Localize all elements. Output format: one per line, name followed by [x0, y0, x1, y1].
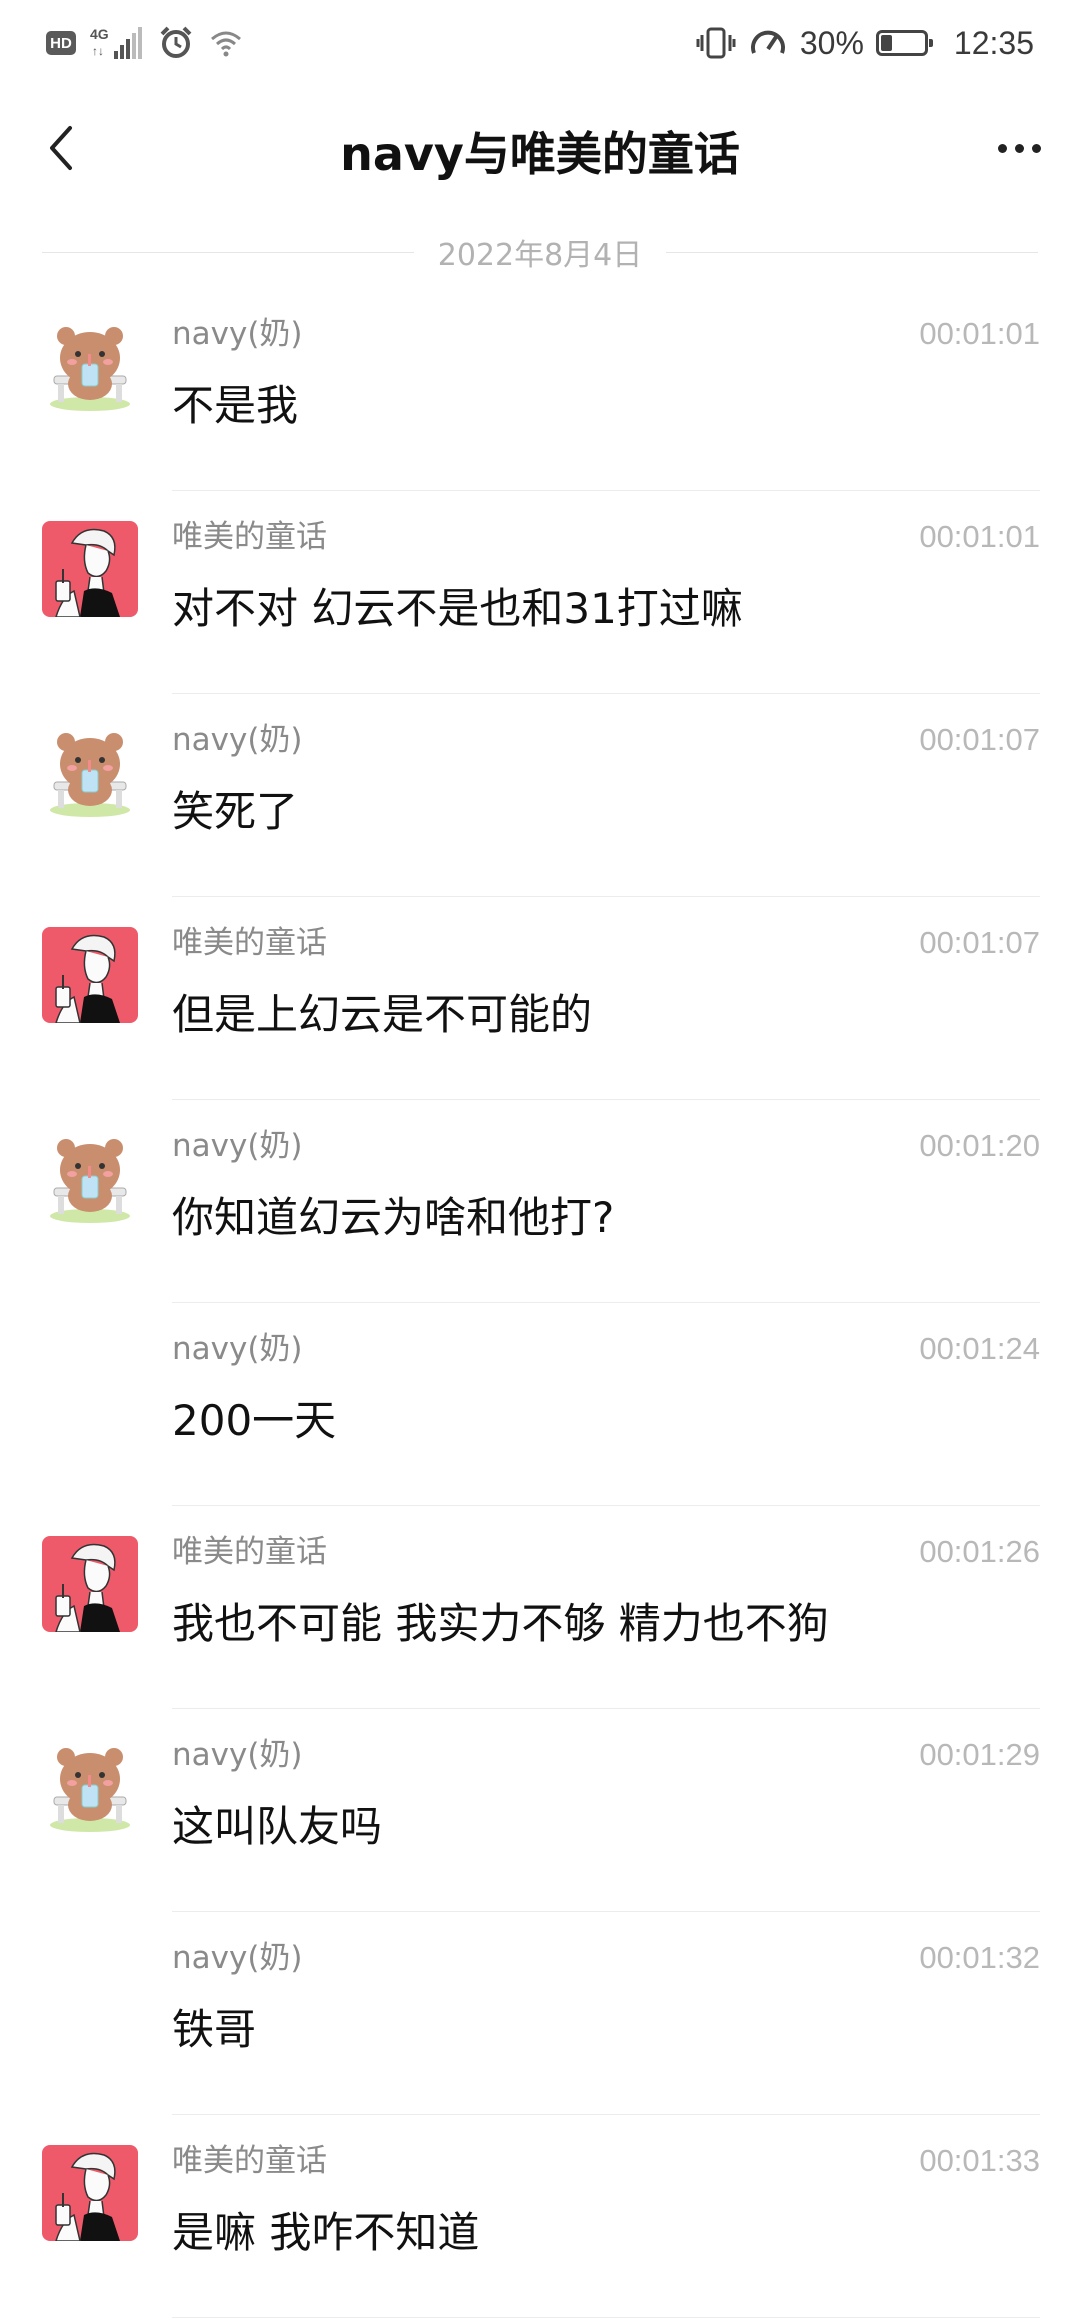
avatar-image [42, 724, 138, 820]
message-text: 不是我 [172, 381, 299, 430]
girl-avatar[interactable] [42, 521, 138, 617]
message-item[interactable]: 唯美的童话 00:01:26 我也不可能 我实力不够 精力也不狗 [0, 1506, 1080, 1709]
ellipsis-icon-dot [1014, 143, 1024, 153]
message-time: 00:01:07 [919, 722, 1040, 757]
sender-name: 唯美的童话 [172, 1534, 327, 1570]
avatar-image [42, 927, 138, 1023]
message-text: 但是上幻云是不可能的 [172, 990, 593, 1039]
date-label: 2022年8月4日 [437, 238, 643, 273]
status-right: 30% 12:35 [696, 20, 1034, 66]
message-time: 00:01:01 [919, 316, 1040, 351]
avatar-image [42, 1536, 138, 1632]
ellipsis-icon-dot [997, 143, 1007, 153]
bear-avatar[interactable] [42, 318, 138, 414]
page-title: navy与唯美的童话 [340, 127, 740, 181]
message-text: 我也不可能 我实力不够 精力也不狗 [172, 1599, 829, 1648]
date-divider: 2022年8月4日 [42, 216, 1038, 288]
girl-avatar[interactable] [42, 2145, 138, 2241]
network-type-label: 4G [90, 26, 109, 42]
message-item[interactable]: navy(奶) 00:01:07 笑死了 [0, 694, 1080, 897]
girl-avatar[interactable] [42, 1536, 138, 1632]
battery-fill [880, 35, 892, 51]
message-list: navy(奶) 00:01:01 不是我唯美的童话 00:01:01 对不对 幻云不是也… [0, 288, 1080, 2318]
message-time: 00:01:33 [919, 2143, 1040, 2178]
message-time: 00:01:32 [919, 1940, 1040, 1975]
hd-icon: HD [46, 31, 76, 55]
avatar-image [42, 1130, 138, 1226]
divider-line [666, 251, 1038, 253]
message-text: 这叫队友吗 [172, 1802, 383, 1851]
bear-avatar[interactable] [42, 1130, 138, 1226]
battery-percent: 30% [799, 24, 864, 61]
message-time: 00:01:07 [919, 925, 1040, 960]
speed-icon [750, 30, 785, 54]
sender-name: navy(奶) [172, 722, 303, 758]
wifi-icon [211, 31, 241, 57]
message-text: 是嘛 我咋不知道 [172, 2208, 480, 2257]
bear-avatar[interactable] [42, 1739, 138, 1835]
clock: 12:35 [953, 24, 1034, 61]
avatar-image [42, 1739, 138, 1835]
sender-name: 唯美的童话 [172, 925, 327, 961]
message-time: 00:01:24 [919, 1331, 1040, 1366]
signal-icon: 4G ↑↓ [90, 26, 142, 59]
sender-name: 唯美的童话 [172, 2143, 327, 2179]
sender-name: 唯美的童话 [172, 519, 327, 555]
vibrate-icon [696, 27, 736, 59]
svg-text:↑↓: ↑↓ [92, 44, 104, 58]
message-time: 00:01:26 [919, 1534, 1040, 1569]
chevron-left-icon [50, 126, 72, 170]
status-bar: HD 4G ↑↓ 30% 12:35 [0, 0, 1080, 86]
sender-name: navy(奶) [172, 1737, 303, 1773]
message-text: 你知道幻云为啥和他打? [172, 1193, 615, 1242]
message-item[interactable]: navy(奶) 00:01:32 铁哥 [0, 1912, 1080, 2115]
battery-icon [875, 30, 933, 56]
message-text: 200一天 [172, 1396, 337, 1445]
message-item[interactable]: navy(奶) 00:01:20 你知道幻云为啥和他打? [0, 1100, 1080, 1303]
message-item[interactable]: navy(奶) 00:01:24 200一天 [0, 1303, 1080, 1506]
sender-name: navy(奶) [172, 1331, 303, 1367]
message-item[interactable]: navy(奶) 00:01:29 这叫队友吗 [0, 1709, 1080, 1912]
message-item[interactable]: 唯美的童话 00:01:01 对不对 幻云不是也和31打过嘛 [0, 491, 1080, 694]
sender-name: navy(奶) [172, 1128, 303, 1164]
message-text: 铁哥 [172, 2005, 257, 2054]
message-time: 00:01:01 [919, 519, 1040, 554]
sender-name: navy(奶) [172, 316, 303, 352]
message-time: 00:01:20 [919, 1128, 1040, 1163]
avatar-image [42, 521, 138, 617]
avatar-image [42, 2145, 138, 2241]
message-item[interactable]: navy(奶) 00:01:01 不是我 [0, 288, 1080, 491]
girl-avatar[interactable] [42, 927, 138, 1023]
message-item[interactable]: 唯美的童话 00:01:33 是嘛 我咋不知道 [0, 2115, 1080, 2318]
divider-line [42, 251, 414, 253]
message-item[interactable]: 唯美的童话 00:01:07 但是上幻云是不可能的 [0, 897, 1080, 1100]
message-text: 笑死了 [172, 787, 299, 836]
nav-bar: navy与唯美的童话 [0, 86, 1080, 216]
status-left: HD 4G ↑↓ [46, 20, 244, 66]
ellipsis-icon-dot [1031, 143, 1041, 153]
bear-avatar[interactable] [42, 724, 138, 820]
avatar-image [42, 318, 138, 414]
more-button[interactable] [984, 118, 1054, 178]
back-button[interactable] [30, 118, 90, 178]
alarm-icon [160, 26, 192, 58]
sender-name: navy(奶) [172, 1940, 303, 1976]
message-text: 对不对 幻云不是也和31打过嘛 [172, 584, 743, 633]
message-time: 00:01:29 [919, 1737, 1040, 1772]
